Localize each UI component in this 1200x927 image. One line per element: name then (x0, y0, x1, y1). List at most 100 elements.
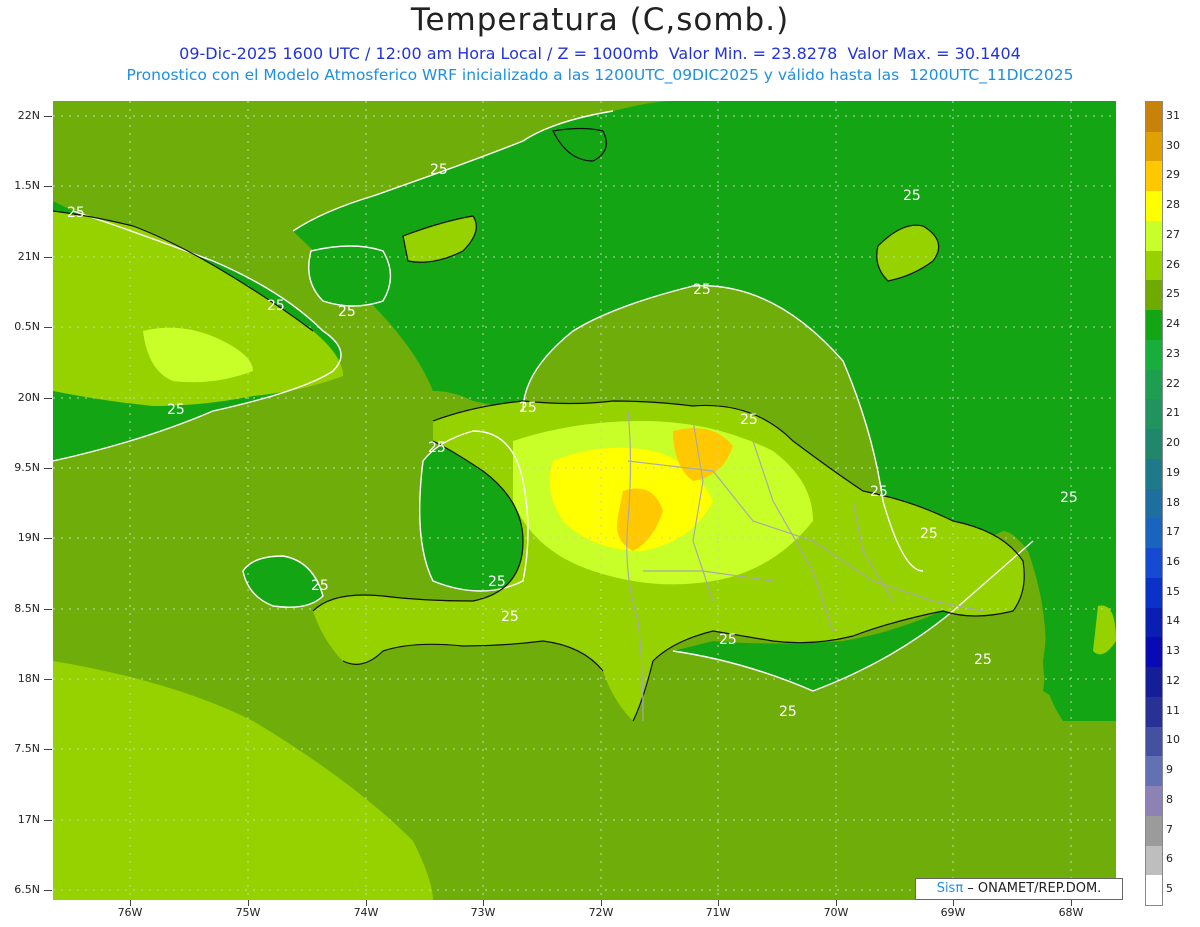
colorbar-label: 28 (1166, 198, 1180, 212)
colorbar-label: 16 (1166, 554, 1180, 568)
lon-tick (483, 900, 484, 906)
lon-label: 68W (1058, 906, 1084, 919)
colorbar-segment (1146, 637, 1162, 668)
lon-tick (718, 900, 719, 906)
lon-label: 70W (823, 906, 849, 919)
contour-label: 25 (267, 298, 285, 314)
colorbar-segment (1146, 369, 1162, 400)
colorbar-segment (1146, 250, 1162, 281)
colorbar-segment (1146, 696, 1162, 728)
contour-label: 25 (488, 574, 506, 590)
model-info-subtitle: Pronostico con el Modelo Atmosferico WRF… (126, 66, 1074, 84)
colorbar-label: 6 (1166, 852, 1173, 866)
contour-label: 25 (1060, 490, 1078, 506)
colorbar-segment (1146, 518, 1162, 549)
colorbar-segment (1146, 786, 1162, 817)
lat-label: 20N (17, 391, 40, 404)
colorbar-segment (1146, 815, 1162, 846)
lon-tick (366, 900, 367, 906)
credit-box: Sisπ – ONAMET/REP.DOM. (915, 878, 1123, 900)
lat-tick (44, 257, 52, 258)
colorbar-label: 14 (1166, 614, 1180, 628)
lat-label: 22N (17, 109, 40, 122)
lon-tick (601, 900, 602, 906)
colorbar-label: 24 (1166, 317, 1180, 331)
lat-label: 18N (17, 672, 40, 685)
colorbar-label: 30 (1166, 138, 1180, 152)
lat-tick (44, 398, 52, 399)
colorbar-label: 29 (1166, 168, 1180, 182)
colorbar-label: 8 (1166, 792, 1173, 806)
colorbar-segment (1146, 548, 1162, 579)
contour-label: 25 (719, 632, 737, 648)
lon-label: 71W (705, 906, 731, 919)
lat-tick (44, 749, 52, 750)
colorbar-segment (1146, 488, 1162, 519)
onamet-org: – ONAMET/REP.DOM. (963, 881, 1102, 896)
colorbar-segment (1146, 577, 1162, 609)
lon-label: 76W (117, 906, 143, 919)
colorbar-segment (1146, 667, 1162, 698)
map-canvas (53, 101, 1116, 900)
colorbar-segment (1146, 161, 1162, 192)
colorbar-segment (1146, 458, 1162, 490)
colorbar-segment (1146, 756, 1162, 787)
colorbar-segment (1146, 875, 1162, 906)
lat-label: 21N (17, 250, 40, 263)
contour-label: 25 (974, 652, 992, 668)
colorbar-label: 5 (1166, 882, 1173, 896)
colorbar-segment (1146, 280, 1162, 311)
contour-label: 25 (519, 400, 537, 416)
temperature-map: 25 25 25 25 25 25 25 25 25 25 25 25 25 2… (53, 101, 1116, 900)
lat-tick (44, 186, 52, 187)
lon-tick (1071, 900, 1072, 906)
lon-tick (953, 900, 954, 906)
lat-label: 0.5N (14, 320, 40, 333)
lat-tick (44, 820, 52, 821)
lon-label: 74W (353, 906, 379, 919)
lat-tick (44, 116, 52, 117)
lat-label: 19N (17, 531, 40, 544)
colorbar-segment (1146, 399, 1162, 430)
colorbar-segment (1146, 607, 1162, 638)
colorbar-label: 19 (1166, 465, 1180, 479)
colorbar-label: 25 (1166, 287, 1180, 301)
colorbar-segment (1146, 102, 1162, 133)
contour-label: 25 (903, 188, 921, 204)
lon-tick (130, 900, 131, 906)
contour-label: 25 (870, 484, 888, 500)
colorbar-segment (1146, 429, 1162, 460)
colorbar-label: 17 (1166, 525, 1180, 539)
colorbar-label: 26 (1166, 257, 1180, 271)
contour-label: 25 (920, 526, 938, 542)
lat-label: 1.5N (14, 179, 40, 192)
colorbar-label: 21 (1166, 406, 1180, 420)
colorbar-label: 18 (1166, 495, 1180, 509)
contour-label: 25 (428, 440, 446, 456)
lon-label: 72W (588, 906, 614, 919)
colorbar-label: 15 (1166, 584, 1180, 598)
lat-tick (44, 890, 52, 891)
lon-label: 75W (235, 906, 261, 919)
valid-time-subtitle: 09-Dic-2025 1600 UTC / 12:00 am Hora Loc… (179, 44, 1021, 63)
contour-label: 25 (501, 609, 519, 625)
lat-tick (44, 609, 52, 610)
lat-tick (44, 538, 52, 539)
colorbar-label: 12 (1166, 673, 1180, 687)
colorbar-segment (1146, 845, 1162, 876)
lat-label: 6.5N (14, 883, 40, 896)
map-title: Temperatura (C,somb.) (410, 2, 790, 38)
colorbar-segment (1146, 191, 1162, 222)
colorbar-segment (1146, 726, 1162, 757)
lon-label: 69W (940, 906, 966, 919)
colorbar-label: 11 (1166, 703, 1180, 717)
contour-label: 25 (430, 162, 448, 178)
lat-label: 9.5N (14, 461, 40, 474)
contour-label: 25 (167, 402, 185, 418)
lat-label: 8.5N (14, 602, 40, 615)
colorbar-label: 20 (1166, 436, 1180, 450)
sispi-brand: Sisπ (936, 881, 964, 896)
lon-tick (248, 900, 249, 906)
contour-label: 25 (740, 412, 758, 428)
contour-label: 25 (67, 205, 85, 221)
